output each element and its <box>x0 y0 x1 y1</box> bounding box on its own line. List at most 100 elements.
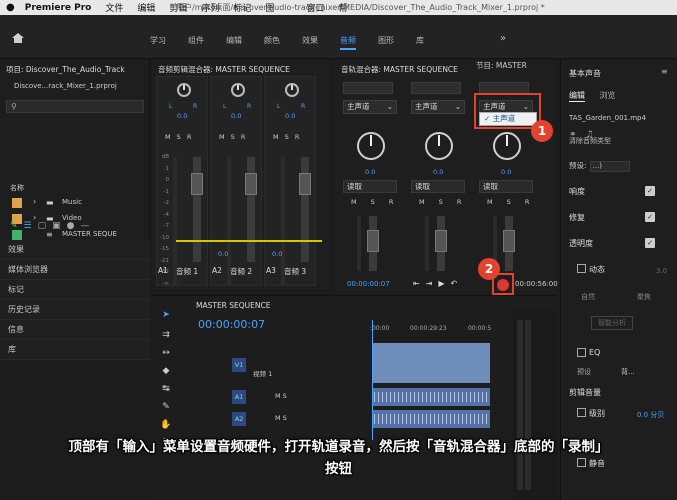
record-button[interactable] <box>497 279 509 291</box>
razor-tool-icon[interactable]: ◆ <box>160 365 172 377</box>
volume-fader[interactable] <box>191 157 203 262</box>
timeline-timecode[interactable]: 00:00:00:07 <box>198 318 265 331</box>
pan-knob[interactable] <box>231 83 245 97</box>
input-select[interactable] <box>411 82 461 94</box>
tab-effects[interactable]: 效果 <box>302 35 318 50</box>
clear-audio-type-button[interactable]: 清除音频类型 <box>569 136 611 146</box>
audio-clip-a2[interactable] <box>372 410 490 428</box>
automation-mode-select[interactable]: 读取 <box>479 180 533 193</box>
hand-tool-icon[interactable]: ✋ <box>160 419 172 431</box>
panel-media-browser[interactable]: 媒体浏览器 <box>0 260 150 280</box>
list-view-icon[interactable]: ☰ <box>24 221 38 231</box>
project-list-header[interactable]: 名称 <box>10 183 24 193</box>
tab-audio[interactable]: 音频 <box>340 35 356 50</box>
track-target-a1[interactable]: A1 <box>232 390 246 404</box>
playhead[interactable] <box>372 320 373 440</box>
mute-solo-record-buttons[interactable]: M S R <box>351 198 399 206</box>
panel-effects[interactable]: 效果 <box>0 240 150 260</box>
freeform-view-icon[interactable]: ▣ <box>52 221 67 231</box>
icon-view-icon[interactable]: ▢ <box>38 221 53 231</box>
tab-assembly[interactable]: 组件 <box>188 35 204 50</box>
mute-solo-buttons[interactable]: M S <box>275 392 287 400</box>
project-item-music[interactable]: › ▬ Music <box>0 195 150 211</box>
selection-tool-icon[interactable]: ➤ <box>160 309 172 321</box>
pan-value[interactable]: 0.0 <box>501 168 511 176</box>
eq-row[interactable]: EQ <box>577 348 677 360</box>
volume-fader[interactable] <box>503 216 515 271</box>
sequence-tab-title[interactable]: MASTER SEQUENCE <box>196 301 271 310</box>
volume-fader[interactable] <box>367 216 379 271</box>
input-select[interactable] <box>343 82 393 94</box>
mute-solo-record-buttons[interactable]: M S R <box>487 198 535 206</box>
mute-solo-buttons[interactable]: M S R <box>165 133 193 141</box>
pan-knob[interactable] <box>425 132 453 160</box>
dynamics-checkbox[interactable] <box>577 264 586 273</box>
output-select[interactable]: 主声道 ⌄ <box>343 100 397 114</box>
essential-sound-title[interactable]: 基本声音 <box>569 68 601 79</box>
app-name-menu[interactable]: Premiere Pro <box>25 3 92 13</box>
pan-value[interactable]: 0.0 <box>285 112 295 120</box>
pencil-icon[interactable]: ✎ <box>10 221 24 231</box>
apple-icon[interactable]: ● <box>6 2 15 13</box>
fader-handle[interactable] <box>503 230 515 252</box>
preset-select[interactable]: ...) <box>589 161 630 172</box>
volume-fader[interactable] <box>245 157 257 262</box>
loudness-row[interactable]: 响度 ✓ <box>569 186 669 198</box>
tab-libraries[interactable]: 库 <box>416 35 424 50</box>
menu-file[interactable]: 文件 <box>105 1 123 14</box>
track-header-v1[interactable]: V1 视频 1 <box>215 356 365 378</box>
level-checkbox[interactable] <box>577 408 586 417</box>
ripple-edit-tool-icon[interactable]: ↔ <box>160 347 172 359</box>
level-value[interactable]: 0.0 分贝 <box>637 410 664 420</box>
program-monitor-title[interactable]: 节目: MASTER <box>476 60 527 71</box>
tab-browse[interactable]: 浏览 <box>600 91 616 100</box>
tab-color[interactable]: 颜色 <box>264 35 280 50</box>
mute-solo-record-buttons[interactable]: M S R <box>419 198 467 206</box>
repair-checkbox[interactable]: ✓ <box>645 212 655 222</box>
fader-handle[interactable] <box>191 173 203 195</box>
panel-menu-icon[interactable]: ≡ <box>661 67 668 76</box>
track-mixer-title[interactable]: 音轨混合器: MASTER SEQUENCE <box>341 64 458 76</box>
automation-mode-select[interactable]: 读取 <box>411 180 465 193</box>
automation-mode-select[interactable]: 读取 <box>343 180 397 193</box>
pan-knob[interactable] <box>357 132 385 160</box>
track-target-v1[interactable]: V1 <box>232 358 246 372</box>
tab-editing[interactable]: 编辑 <box>226 35 242 50</box>
eq-checkbox[interactable] <box>577 348 586 357</box>
tab-learn[interactable]: 学习 <box>150 35 166 50</box>
fader-handle[interactable] <box>299 173 311 195</box>
panel-libraries[interactable]: 库 <box>0 340 150 360</box>
pen-tool-icon[interactable]: ✎ <box>160 401 172 413</box>
fader-handle[interactable] <box>245 173 257 195</box>
workspace-more-button[interactable]: » <box>500 33 506 44</box>
panel-info[interactable]: 信息 <box>0 320 150 340</box>
fader-handle[interactable] <box>367 230 379 252</box>
repair-row[interactable]: 修复 ✓ <box>569 212 669 224</box>
menu-edit[interactable]: 编辑 <box>137 1 155 14</box>
project-search-input[interactable]: ⚲ <box>6 100 144 113</box>
pan-value[interactable]: 0.0 <box>365 168 375 176</box>
tab-edit[interactable]: 编辑 <box>569 91 585 102</box>
mute-solo-buttons[interactable]: M S R <box>219 133 247 141</box>
slip-tool-icon[interactable]: ↹ <box>160 383 172 395</box>
tab-graphics[interactable]: 图形 <box>378 35 394 50</box>
eq-preset-select[interactable]: 背... <box>621 367 635 377</box>
track-header-a1[interactable]: A1 M S <box>215 388 365 408</box>
current-timecode[interactable]: 00:00:00:07 <box>347 280 390 288</box>
mute-solo-buttons[interactable]: M S R <box>273 133 301 141</box>
chevron-right-icon[interactable]: › <box>33 197 36 206</box>
zoom-slider[interactable]: ●— <box>67 221 96 231</box>
clarity-row[interactable]: 透明度 ✓ <box>569 238 669 250</box>
audio-clip-a1[interactable] <box>372 388 490 406</box>
clarity-checkbox[interactable]: ✓ <box>645 238 655 248</box>
clip-mixer-title[interactable]: 音频剪辑混合器: MASTER SEQUENCE <box>158 64 290 76</box>
video-clip[interactable] <box>372 343 490 383</box>
pan-value[interactable]: 0.0 <box>231 112 241 120</box>
output-select[interactable]: 主声道 ⌄ <box>411 100 465 114</box>
panel-history[interactable]: 历史记录 <box>0 300 150 320</box>
pan-knob[interactable] <box>493 132 521 160</box>
mute-solo-buttons[interactable]: M S <box>275 414 287 422</box>
volume-fader[interactable] <box>299 157 311 262</box>
track-header-a2[interactable]: A2 M S <box>215 410 365 430</box>
track-select-tool-icon[interactable]: ⇉ <box>160 329 172 341</box>
